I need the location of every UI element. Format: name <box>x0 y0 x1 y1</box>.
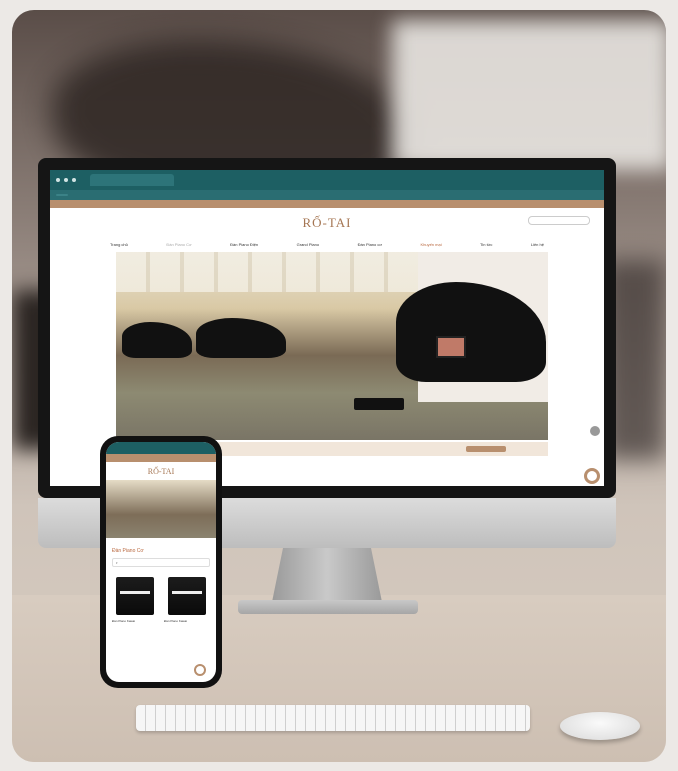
piano-display-screen <box>436 336 466 358</box>
mobile-section-title: Đàn Piano Cơ <box>112 548 144 554</box>
mobile-hero-image <box>106 480 216 538</box>
product-name[interactable]: Đàn Piano Kawai <box>164 619 210 623</box>
mobile-product-grid: Đàn Piano Kawai Đàn Piano Kawai <box>106 567 216 627</box>
mobile-screen: RỐ-TAI Đàn Piano Cơ ▾ Đàn Piano Kawai Đà… <box>106 442 216 682</box>
scroll-top-icon[interactable] <box>590 426 600 436</box>
nav-item-promo[interactable]: Khuyến mại <box>420 242 441 247</box>
chat-icon[interactable] <box>584 468 600 484</box>
monitor-stand-foot <box>238 600 418 614</box>
hero-showroom-image <box>116 252 548 440</box>
upright-piano-image <box>168 577 206 615</box>
piano-bench <box>354 398 404 410</box>
mobile-status-bar <box>106 442 216 454</box>
mobile-phone: RỐ-TAI Đàn Piano Cơ ▾ Đàn Piano Kawai Đà… <box>100 436 222 688</box>
window-close-icon[interactable] <box>56 178 60 182</box>
upright-piano-image <box>116 577 154 615</box>
keyboard <box>136 705 530 731</box>
monitor-stand-neck <box>272 548 382 602</box>
nav-item-home[interactable]: Trang chủ <box>110 242 128 247</box>
browser-title-bar <box>50 170 604 190</box>
mobile-logo[interactable]: RỐ-TAI <box>106 462 216 480</box>
announcement-bar <box>50 200 604 208</box>
browser-tab[interactable] <box>90 174 174 186</box>
window-maximize-icon[interactable] <box>72 178 76 182</box>
product-card[interactable]: Đàn Piano Kawai <box>112 577 158 623</box>
nav-item-acoustic-2[interactable]: Đàn Piano cơ <box>358 242 382 247</box>
mobile-chat-icon[interactable] <box>194 664 206 676</box>
filter-button[interactable] <box>466 446 506 452</box>
search-input[interactable] <box>528 216 590 225</box>
nav-item-acoustic[interactable]: Đàn Piano Cơ <box>166 242 191 247</box>
main-nav: Trang chủ Đàn Piano Cơ Đàn Piano Điện Gr… <box>50 238 604 250</box>
address-url[interactable] <box>56 194 68 196</box>
site-header: RỐ-TAI <box>50 208 604 238</box>
browser-address-bar[interactable] <box>50 190 604 200</box>
mobile-filter-dropdown[interactable]: ▾ <box>112 558 210 567</box>
site-logo[interactable]: RỐ-TAI <box>302 215 351 231</box>
blurred-wall <box>392 20 666 170</box>
product-name[interactable]: Đàn Piano Kawai <box>112 619 158 623</box>
mouse <box>560 712 640 740</box>
nav-item-news[interactable]: Tin tức <box>480 242 492 247</box>
grand-piano-middle <box>196 318 286 358</box>
window-minimize-icon[interactable] <box>64 178 68 182</box>
chevron-down-icon: ▾ <box>116 560 118 565</box>
grand-piano-left <box>122 322 192 358</box>
nav-item-digital[interactable]: Đàn Piano Điện <box>230 242 258 247</box>
product-card[interactable]: Đàn Piano Kawai <box>164 577 210 623</box>
nav-item-grand[interactable]: Grand Piano <box>297 242 319 247</box>
mobile-announcement-bar <box>106 454 216 462</box>
nav-item-contact[interactable]: Liên hệ <box>531 242 544 247</box>
